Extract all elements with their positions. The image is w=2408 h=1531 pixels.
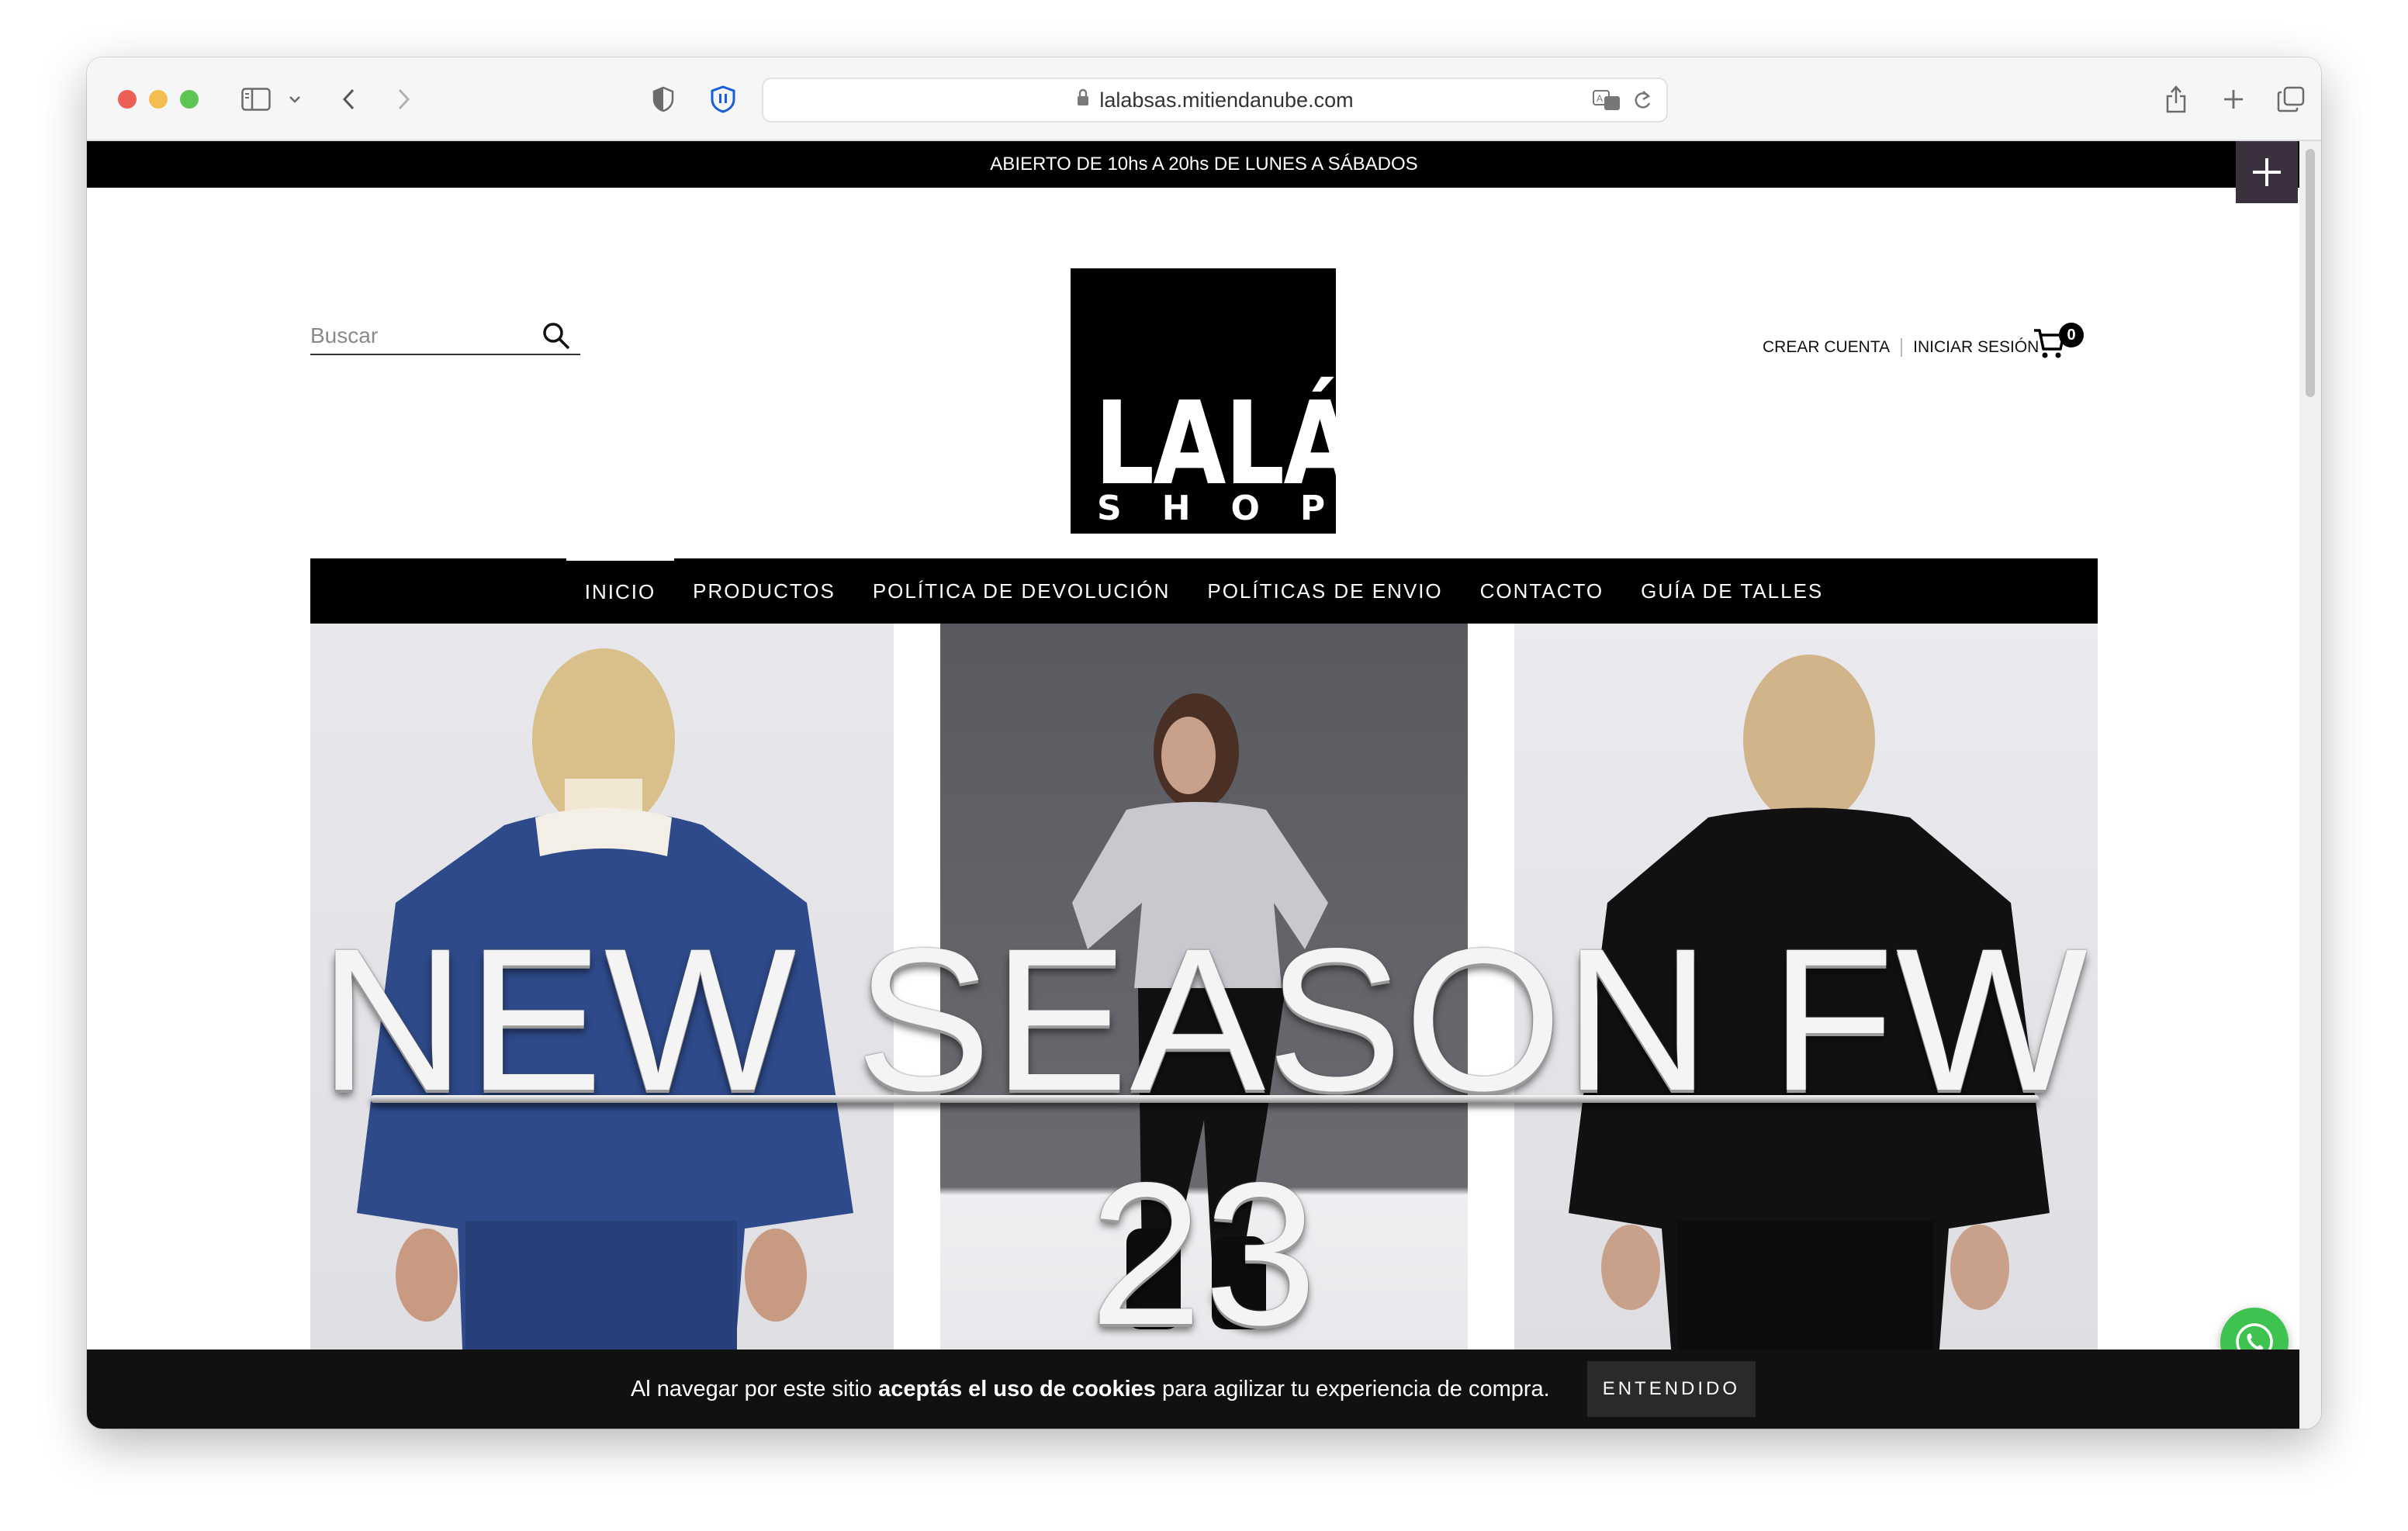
chevron-down-icon[interactable] (285, 84, 304, 115)
nav-item-5[interactable]: GUÍA DE TALLES (1622, 558, 1842, 624)
scrollbar-thumb[interactable] (2306, 149, 2315, 397)
hero-underline (371, 1095, 2039, 1103)
hero-title: NEW SEASON FW 23 (318, 906, 2090, 1367)
translate-icon[interactable]: A (1592, 88, 1621, 117)
web-page: ABIERTO DE 10hs A 20hs DE LUNES A SÁBADO… (87, 141, 2321, 1429)
cookie-banner: Al navegar por este sitio aceptás el uso… (87, 1350, 2299, 1429)
lock-icon (1076, 88, 1090, 112)
announcement-text: ABIERTO DE 10hs A 20hs DE LUNES A SÁBADO… (990, 154, 1418, 175)
new-tab-icon[interactable] (2220, 84, 2247, 115)
search-icon[interactable] (541, 321, 571, 354)
account-links: CREAR CUENTA INICIAR SESIÓN (1763, 338, 2039, 357)
account-divider (1901, 338, 1903, 357)
search-bar (310, 318, 580, 355)
create-account-link[interactable]: CREAR CUENTA (1763, 338, 1890, 357)
zoom-window-button[interactable] (180, 90, 199, 109)
nav-item-0[interactable]: INICIO (566, 558, 675, 624)
browser-window: lalabsas.mitiendanube.com A ABIERTO DE 1… (87, 57, 2321, 1429)
reload-icon[interactable] (1632, 88, 1652, 117)
nav-item-2[interactable]: POLÍTICA DE DEVOLUCIÓN (854, 558, 1189, 624)
address-bar[interactable]: lalabsas.mitiendanube.com A (762, 78, 1668, 123)
browser-toolbar: lalabsas.mitiendanube.com A (87, 57, 2321, 141)
logo-sub-text: SHOP (1097, 489, 1366, 528)
search-input[interactable] (310, 323, 535, 348)
login-link[interactable]: INICIAR SESIÓN (1913, 338, 2039, 357)
main-nav: INICIO PRODUCTOS POLÍTICA DE DEVOLUCIÓN POL… (310, 558, 2098, 624)
bitwarden-extension-icon[interactable] (708, 84, 739, 115)
tab-overview-icon[interactable] (2276, 84, 2306, 115)
announcement-bar: ABIERTO DE 10hs A 20hs DE LUNES A SÁBADO… (87, 141, 2321, 188)
forward-icon[interactable] (393, 84, 416, 115)
cart-count-badge: 0 (2059, 323, 2084, 347)
close-window-button[interactable] (118, 90, 137, 109)
nav-item-4[interactable]: CONTACTO (1462, 558, 1622, 624)
cart-button[interactable]: 0 (2033, 323, 2084, 360)
sidebar-icon[interactable] (239, 84, 273, 115)
store-logo[interactable]: LALÁ SHOP (1071, 268, 1366, 534)
minimize-window-button[interactable] (149, 90, 168, 109)
plus-icon[interactable] (2236, 141, 2298, 203)
hero-banner[interactable]: NEW SEASON FW 23 (310, 624, 2098, 1429)
url-text: lalabsas.mitiendanube.com (1099, 88, 1354, 112)
svg-text:A: A (1597, 93, 1603, 104)
accept-cookies-button[interactable]: ENTENDIDO (1586, 1361, 1756, 1417)
nav-item-1[interactable]: PRODUCTOS (674, 558, 854, 624)
cookie-text: Al navegar por este sitio aceptás el uso… (630, 1376, 1550, 1401)
back-icon[interactable] (337, 84, 360, 115)
share-icon[interactable] (2163, 84, 2189, 115)
nav-item-3[interactable]: POLÍTICAS DE ENVIO (1188, 558, 1461, 624)
privacy-shield-icon[interactable] (650, 84, 676, 115)
